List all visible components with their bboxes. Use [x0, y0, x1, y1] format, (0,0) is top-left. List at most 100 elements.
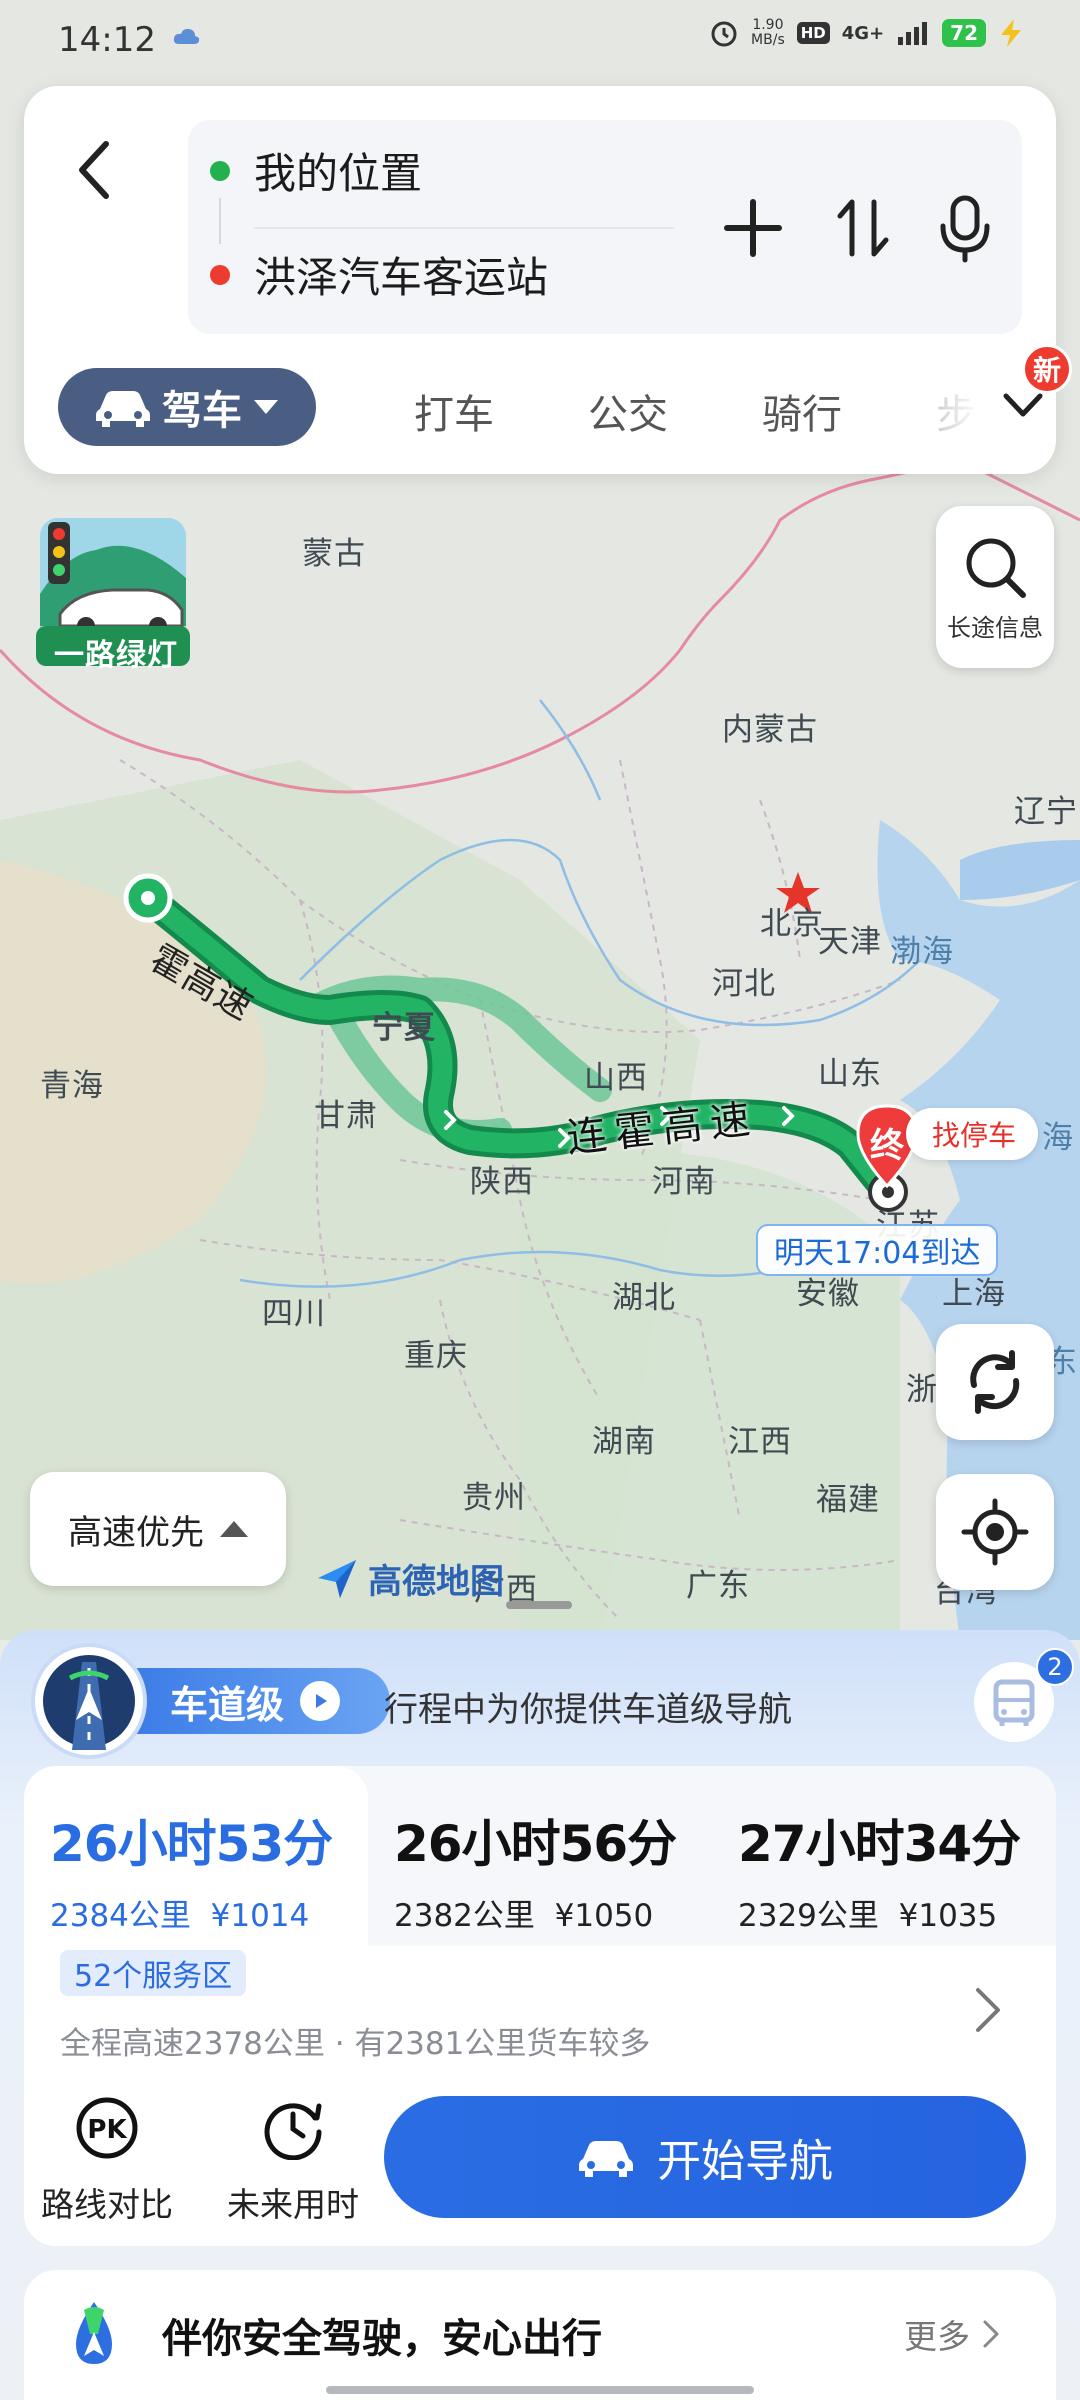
destination-field[interactable]: 洪泽汽车客运站: [210, 244, 548, 305]
long-trip-info-button[interactable]: 长途信息: [936, 506, 1054, 668]
home-indicator[interactable]: [326, 2386, 754, 2394]
route-endpoints: 我的位置 洪泽汽车客运站: [188, 120, 1022, 334]
route-compare-label: 路线对比: [41, 2185, 173, 2224]
new-badge: 新: [1022, 344, 1072, 394]
safety-text: 伴你安全驾驶，安心出行: [162, 2316, 602, 2362]
svg-text:PK: PK: [87, 2115, 127, 2145]
future-time-button[interactable]: 未来用时: [218, 2096, 368, 2226]
safety-banner[interactable]: 伴你安全驾驶，安心出行 更多: [24, 2270, 1056, 2400]
more-link[interactable]: 更多: [904, 2310, 1002, 2358]
sheet-drag-handle[interactable]: [506, 1601, 572, 1609]
origin-text: 我的位置: [254, 149, 423, 198]
map-label-jiangxi: 江西: [728, 1424, 792, 1460]
alarm-icon: [711, 21, 737, 47]
start-navigation-label: 开始导航: [657, 2136, 833, 2187]
route-detail-text: 全程高速2378公里 · 有2381公里货车较多: [60, 2026, 651, 2062]
origin-dot: [210, 160, 230, 181]
service-area-tag: 52个服务区: [60, 1950, 247, 1996]
route-meta: 2329公里 ¥1035: [738, 1898, 998, 1934]
chevron-right-icon: [983, 2320, 999, 2348]
destination-dot: [210, 264, 230, 285]
lane-level-label: 车道级: [170, 1682, 285, 1727]
tab-drive-label: 驾车: [162, 388, 242, 434]
safety-logo-icon: [76, 2302, 112, 2364]
route-option-2[interactable]: 26小时56分 2382公里 ¥1050: [368, 1766, 712, 1946]
add-waypoint-icon[interactable]: [718, 188, 788, 268]
caret-down-icon: [254, 400, 278, 414]
caret-up-icon: [220, 1521, 248, 1537]
route-meta: 2382公里 ¥1050: [394, 1898, 654, 1934]
cloud-icon: [173, 28, 200, 44]
map-label-sichuan: 四川: [262, 1296, 326, 1332]
map-label-inner-mongolia: 内蒙古: [722, 712, 818, 748]
clock-icon: [264, 2103, 322, 2161]
map-label-liaoning: 辽宁: [1014, 794, 1078, 830]
status-bar: 14:12 1.90 MB/s HD 4G+ 72: [0, 0, 1080, 80]
lane-navigation-banner[interactable]: 车道级 行程中为你提供车道级导航 2: [30, 1638, 1074, 1768]
map-label-shaanxi: 陕西: [470, 1164, 534, 1200]
map-label-shanxi: 山西: [584, 1060, 648, 1096]
long-trip-label: 长途信息: [947, 613, 1043, 642]
route-options-card: 26小时53分 2384公里 ¥1014 26小时56分 2382公里 ¥105…: [24, 1766, 1056, 2246]
map-label-qinghai: 青海: [40, 1068, 104, 1104]
refresh-icon: [970, 1350, 1020, 1414]
map-label-mongolia: 蒙古: [302, 536, 366, 572]
route-duration: 26小时56分: [394, 1815, 677, 1873]
signal-label: 4G+: [841, 22, 885, 44]
route-duration: 26小时53分: [50, 1815, 333, 1873]
refresh-route-button[interactable]: [936, 1324, 1054, 1440]
net-speed: 1.90 MB/s: [751, 17, 785, 48]
lane-level-pill[interactable]: 车道级: [126, 1668, 390, 1734]
battery-indicator: 72: [942, 19, 986, 47]
find-parking-button[interactable]: 找停车: [906, 1108, 1039, 1160]
future-time-label: 未来用时: [227, 2185, 359, 2224]
tab-cycling[interactable]: 骑行: [762, 382, 842, 440]
map-label-chongqing: 重庆: [404, 1338, 468, 1374]
tab-transit[interactable]: 公交: [588, 382, 668, 440]
amap-logo-text: 高德地图: [368, 1562, 504, 1602]
status-time: 14:12: [58, 20, 156, 60]
map-label-ningxia: 宁夏: [372, 1010, 436, 1046]
road-preference-button[interactable]: 高速优先: [30, 1472, 286, 1586]
locate-me-button[interactable]: [936, 1474, 1054, 1590]
chevron-right-icon[interactable]: [968, 1980, 1008, 2040]
tab-drive[interactable]: 驾车: [58, 368, 316, 446]
amap-logo: 高德地图: [314, 1554, 504, 1603]
map-label-bohai: 渤海: [890, 934, 954, 970]
route-compare-button[interactable]: PK 路线对比: [32, 2096, 182, 2226]
map-label-hunan: 湖南: [592, 1424, 656, 1460]
map-label-henan: 河南: [652, 1164, 716, 1200]
car-icon: [579, 2141, 633, 2177]
microphone-icon[interactable]: [930, 188, 1000, 268]
road-preference-label: 高速优先: [68, 1512, 204, 1553]
truck-count-badge: 2: [1036, 1648, 1074, 1686]
amap-logo-icon: [318, 1559, 356, 1598]
back-icon[interactable]: [64, 130, 124, 210]
map-label-sea: 海: [1042, 1120, 1074, 1156]
origin-field[interactable]: 我的位置: [210, 140, 422, 201]
lane-nav-logo-icon: [31, 1643, 147, 1759]
map-label-gansu: 甘肃: [314, 1098, 378, 1134]
map-label-tianjin: 天津: [818, 924, 882, 960]
search-icon: [966, 538, 1026, 598]
map-label-guizhou: 贵州: [462, 1480, 526, 1516]
swap-icon[interactable]: [828, 188, 898, 268]
start-navigation-button[interactable]: 开始导航: [384, 2096, 1026, 2218]
pk-icon: PK: [76, 2097, 138, 2159]
play-icon: [300, 1681, 341, 1721]
route-option-1[interactable]: 26小时53分 2384公里 ¥1014: [24, 1766, 368, 1946]
map-label-beijing: 北京: [760, 906, 824, 942]
route-search-panel: 我的位置 洪泽汽车客运站 驾车 打车 公交 骑行 新: [24, 86, 1072, 474]
tab-taxi[interactable]: 打车: [414, 382, 494, 440]
map-label-fujian: 福建: [816, 1482, 880, 1518]
green-light-promo[interactable]: 一路绿灯: [36, 514, 196, 673]
route-option-3[interactable]: 27小时34分 2329公里 ¥1035: [712, 1766, 1056, 1946]
charging-icon: [1001, 19, 1021, 47]
travel-mode-tabs: 驾车 打车 公交 骑行 步 新: [58, 344, 1072, 448]
route-bottom-sheet: 车道级 行程中为你提供车道级导航 2 26小时53分 2384公里 ¥1014 …: [0, 1630, 1080, 2400]
divider: [254, 227, 674, 229]
arrival-time-label: 明天17:04到达: [756, 1224, 999, 1276]
map-label-hebei: 河北: [712, 966, 776, 1002]
green-light-label: 一路绿灯: [54, 638, 178, 673]
route-options: 26小时53分 2384公里 ¥1014 26小时56分 2382公里 ¥105…: [24, 1766, 1056, 1946]
